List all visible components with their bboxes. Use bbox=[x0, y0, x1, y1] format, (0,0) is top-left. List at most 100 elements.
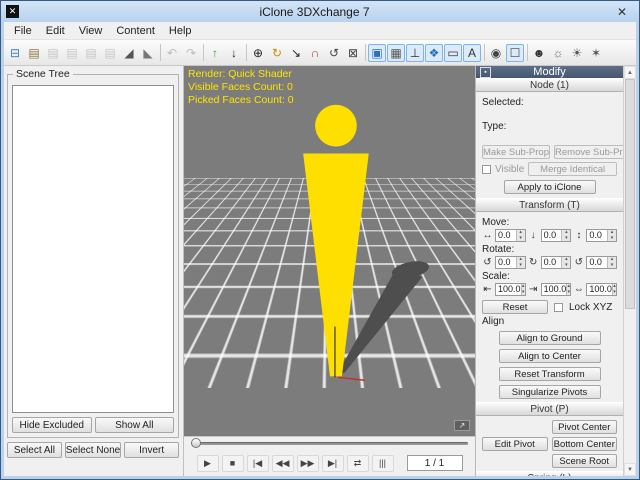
loop-button[interactable]: ⇄ bbox=[347, 455, 369, 472]
spinner-down-icon[interactable]: ▾ bbox=[517, 263, 525, 269]
move-z-spinner[interactable]: 0.0▴▾ bbox=[586, 229, 617, 242]
section-header-pivot[interactable]: Pivot (P) bbox=[476, 402, 623, 416]
scale-y-spinner[interactable]: 100.0▴▾ bbox=[541, 283, 572, 296]
edit-pivot-button[interactable]: Edit Pivot bbox=[482, 437, 548, 451]
reset-transform-button[interactable]: Reset Transform bbox=[499, 367, 601, 381]
select-all-button[interactable]: Select All bbox=[7, 442, 62, 458]
ambient-light-icon[interactable]: ✶ bbox=[587, 44, 605, 62]
select-none-button[interactable]: Select None bbox=[65, 442, 121, 458]
pivot-center-button[interactable]: Pivot Center bbox=[552, 420, 618, 434]
normals-toggle-icon[interactable]: ▣ bbox=[368, 44, 386, 62]
sun-light-icon[interactable]: ☀ bbox=[568, 44, 586, 62]
section-header-transform[interactable]: Transform (T) bbox=[476, 198, 623, 212]
menu-view[interactable]: View bbox=[72, 23, 110, 39]
scale-y-icon: ⇥ bbox=[528, 284, 539, 295]
scale-x-spinner[interactable]: 100.0▴▾ bbox=[495, 283, 526, 296]
light-toggle-icon[interactable]: ☼ bbox=[549, 44, 567, 62]
rotate-y-icon: ↻ bbox=[528, 257, 539, 268]
menu-content[interactable]: Content bbox=[109, 23, 162, 39]
scene-manager-icon[interactable]: ⊟ bbox=[6, 44, 24, 62]
timeline-thumb[interactable] bbox=[191, 438, 201, 448]
apply-to-iclone-icon[interactable]: ◢ bbox=[120, 44, 138, 62]
spinner-down-icon[interactable]: ▾ bbox=[517, 236, 525, 242]
export-icon[interactable]: ↓ bbox=[225, 44, 243, 62]
modify-title: Modify bbox=[495, 66, 604, 78]
align-to-ground-button[interactable]: Align to Ground bbox=[499, 331, 601, 345]
face-pick-icon[interactable]: ⊠ bbox=[344, 44, 362, 62]
apply-to-iclone-button[interactable]: Apply to iClone bbox=[504, 180, 596, 194]
spinner-down-icon[interactable]: ▾ bbox=[608, 263, 616, 269]
move-tool-icon[interactable]: ⊕ bbox=[249, 44, 267, 62]
label-toggle-icon[interactable]: A bbox=[463, 44, 481, 62]
go-end-button[interactable]: ▶| bbox=[322, 455, 344, 472]
section-header-spring[interactable]: Spring (L) bbox=[476, 471, 623, 476]
move-y-icon: ↓ bbox=[528, 230, 539, 241]
viewport-expand-icon[interactable]: ↗ bbox=[454, 420, 470, 431]
scene-root-button[interactable]: Scene Root bbox=[552, 454, 618, 468]
lock-xyz-checkbox[interactable] bbox=[554, 303, 563, 312]
grid-toggle-icon[interactable]: ▦ bbox=[387, 44, 405, 62]
singularize-pivots-button[interactable]: Singularize Pivots bbox=[499, 385, 601, 399]
open-file-icon[interactable]: ▤ bbox=[25, 44, 43, 62]
pin-toggle-icon[interactable]: ❖ bbox=[425, 44, 443, 62]
scale-z-spinner[interactable]: 100.0▴▾ bbox=[586, 283, 617, 296]
timeline-track[interactable] bbox=[191, 442, 468, 445]
remove-subprop-button: Remove Sub-Prop bbox=[554, 145, 623, 159]
move-y-spinner[interactable]: 0.0▴▾ bbox=[541, 229, 572, 242]
move-label: Move: bbox=[482, 217, 617, 228]
prev-frame-button[interactable]: ◀◀ bbox=[272, 455, 294, 472]
titlebar[interactable]: ✕ iClone 3DXchange 7 ✕ bbox=[1, 1, 639, 22]
spinner-down-icon[interactable]: ▾ bbox=[562, 263, 570, 269]
section-header-node[interactable]: Node (1) bbox=[476, 78, 623, 92]
next-frame-button[interactable]: ▶▶ bbox=[297, 455, 319, 472]
scene-tree-list[interactable] bbox=[12, 85, 174, 413]
scrollbar-down-icon[interactable]: ▼ bbox=[624, 463, 636, 476]
menubar: File Edit View Content Help bbox=[4, 22, 636, 40]
speed-button[interactable]: ||| bbox=[372, 455, 394, 472]
align-to-center-button[interactable]: Align to Center bbox=[499, 349, 601, 363]
scrollbar-thumb[interactable] bbox=[625, 79, 635, 309]
menu-edit[interactable]: Edit bbox=[39, 23, 72, 39]
move-x-spinner[interactable]: 0.0▴▾ bbox=[495, 229, 526, 242]
scale-tool-icon[interactable]: ↘ bbox=[287, 44, 305, 62]
rotate-y-spinner[interactable]: 0.0▴▾ bbox=[541, 256, 572, 269]
app-window: ✕ iClone 3DXchange 7 ✕ File Edit View Co… bbox=[0, 0, 640, 480]
spinner-down-icon[interactable]: ▾ bbox=[562, 236, 570, 242]
viewport-3d[interactable]: Render: Quick Shader Visible Faces Count… bbox=[184, 66, 475, 436]
timeline-bar bbox=[184, 436, 475, 450]
invert-button[interactable]: Invert bbox=[124, 442, 179, 458]
menu-file[interactable]: File bbox=[7, 23, 39, 39]
scrollbar-up-icon[interactable]: ▲ bbox=[624, 66, 636, 79]
shadow-toggle-icon[interactable]: ☻ bbox=[530, 44, 548, 62]
panel-scrollbar[interactable]: ▲ ▼ bbox=[623, 66, 636, 476]
export-obj-icon: ▤ bbox=[44, 44, 62, 62]
axis-toggle-icon[interactable]: ⊥ bbox=[406, 44, 424, 62]
reset-view-icon[interactable]: ↺ bbox=[325, 44, 343, 62]
rotate-x-spinner[interactable]: 0.0▴▾ bbox=[495, 256, 526, 269]
frame-counter[interactable]: 1 / 1 bbox=[407, 455, 463, 471]
send-to-iclone-icon[interactable]: ◣ bbox=[139, 44, 157, 62]
bottom-center-button[interactable]: Bottom Center bbox=[552, 437, 618, 451]
hide-excluded-button[interactable]: Hide Excluded bbox=[12, 417, 92, 433]
spinner-down-icon[interactable]: ▾ bbox=[613, 290, 616, 296]
play-button[interactable]: ▶ bbox=[197, 455, 219, 472]
stop-button[interactable]: ■ bbox=[222, 455, 244, 472]
reset-button[interactable]: Reset bbox=[482, 300, 548, 314]
marquee-select-icon[interactable]: ☐ bbox=[506, 44, 524, 62]
camera-toggle-icon[interactable]: ▭ bbox=[444, 44, 462, 62]
globe-icon[interactable]: ◉ bbox=[487, 44, 505, 62]
panel-dock-icon[interactable]: ▪ bbox=[480, 67, 491, 78]
rotate-tool-icon[interactable]: ↻ bbox=[268, 44, 286, 62]
toolbar: ⊟▤▤▤▤▤◢◣↶↷↑↓⊕↻↘∩↺⊠▣▦⊥❖▭A◉☐☻☼☀✶ bbox=[4, 40, 636, 66]
rotate-z-spinner[interactable]: 0.0▴▾ bbox=[586, 256, 617, 269]
visible-checkbox[interactable] bbox=[482, 165, 491, 174]
spinner-down-icon[interactable]: ▾ bbox=[608, 236, 616, 242]
spinner-down-icon[interactable]: ▾ bbox=[522, 290, 525, 296]
show-all-button[interactable]: Show All bbox=[95, 417, 175, 433]
close-button[interactable]: ✕ bbox=[605, 5, 639, 19]
menu-help[interactable]: Help bbox=[162, 23, 199, 39]
spinner-down-icon[interactable]: ▾ bbox=[567, 290, 570, 296]
go-start-button[interactable]: |◀ bbox=[247, 455, 269, 472]
import-icon[interactable]: ↑ bbox=[206, 44, 224, 62]
snap-tool-icon[interactable]: ∩ bbox=[306, 44, 324, 62]
